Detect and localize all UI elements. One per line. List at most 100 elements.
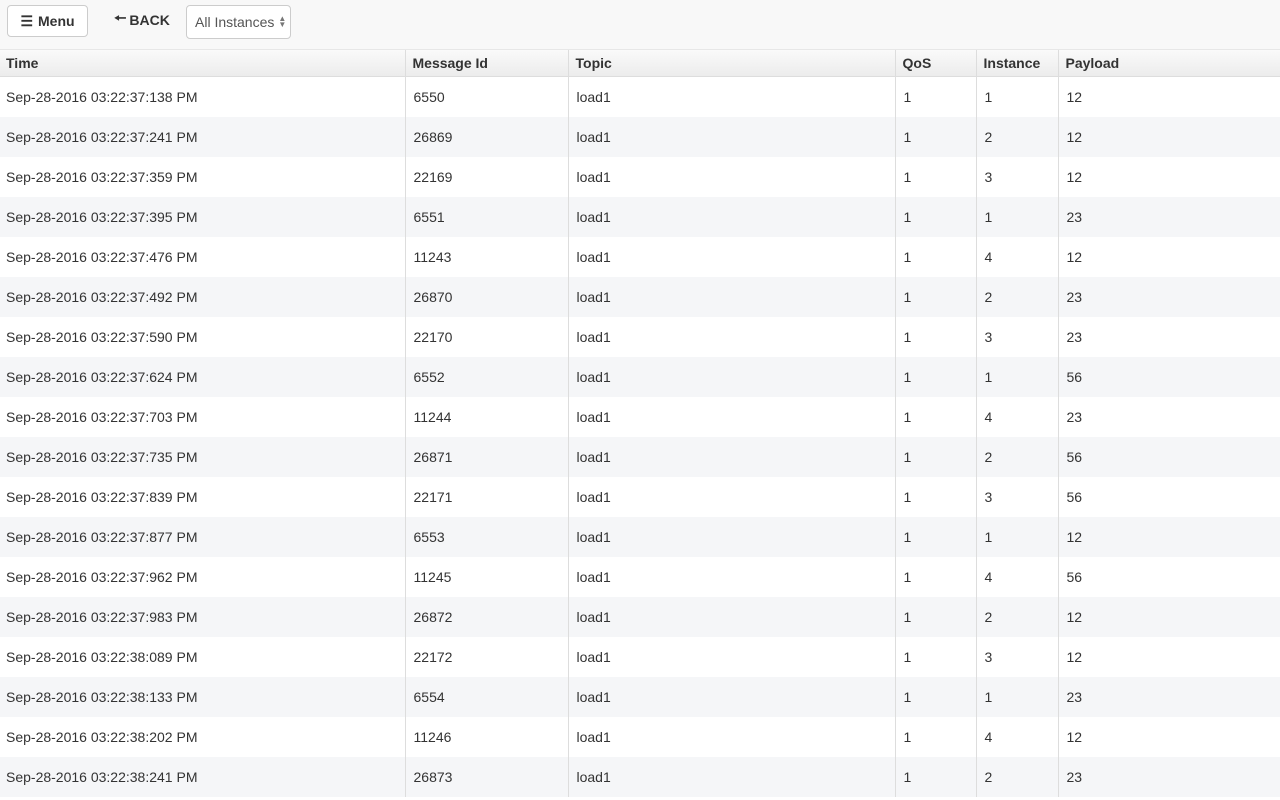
- cell-topic: load1: [568, 197, 895, 237]
- cell-payload: 56: [1058, 477, 1280, 517]
- table-row[interactable]: Sep-28-2016 03:22:37:395 PM6551load11123: [0, 197, 1280, 237]
- cell-payload: 12: [1058, 517, 1280, 557]
- cell-qos: 1: [895, 397, 976, 437]
- cell-qos: 1: [895, 717, 976, 757]
- cell-payload: 12: [1058, 597, 1280, 637]
- table-row[interactable]: Sep-28-2016 03:22:38:202 PM11246load1141…: [0, 717, 1280, 757]
- cell-message-id: 11244: [405, 397, 568, 437]
- column-header-time[interactable]: Time: [0, 50, 405, 77]
- cell-message-id: 6550: [405, 77, 568, 117]
- cell-topic: load1: [568, 157, 895, 197]
- cell-payload: 23: [1058, 757, 1280, 797]
- cell-instance: 2: [976, 597, 1058, 637]
- menu-button[interactable]: ☰ Menu: [7, 5, 88, 37]
- cell-instance: 1: [976, 677, 1058, 717]
- cell-qos: 1: [895, 637, 976, 677]
- table-row[interactable]: Sep-28-2016 03:22:38:241 PM26873load1122…: [0, 757, 1280, 797]
- cell-message-id: 26872: [405, 597, 568, 637]
- table-row[interactable]: Sep-28-2016 03:22:37:877 PM6553load11112: [0, 517, 1280, 557]
- column-header-qos[interactable]: QoS: [895, 50, 976, 77]
- cell-topic: load1: [568, 117, 895, 157]
- toolbar: ☰ Menu 🠔 BACK All Instances ▲▼: [0, 0, 1280, 50]
- column-header-payload[interactable]: Payload: [1058, 50, 1280, 77]
- table-row[interactable]: Sep-28-2016 03:22:37:962 PM11245load1145…: [0, 557, 1280, 597]
- back-label: BACK: [129, 12, 169, 28]
- table-row[interactable]: Sep-28-2016 03:22:37:735 PM26871load1125…: [0, 437, 1280, 477]
- cell-message-id: 26870: [405, 277, 568, 317]
- cell-topic: load1: [568, 437, 895, 477]
- table-row[interactable]: Sep-28-2016 03:22:37:138 PM6550load11112: [0, 77, 1280, 117]
- column-header-message-id[interactable]: Message Id: [405, 50, 568, 77]
- table-row[interactable]: Sep-28-2016 03:22:37:839 PM22171load1135…: [0, 477, 1280, 517]
- back-button[interactable]: 🠔 BACK: [106, 4, 178, 36]
- table-row[interactable]: Sep-28-2016 03:22:37:624 PM6552load11156: [0, 357, 1280, 397]
- cell-time: Sep-28-2016 03:22:38:241 PM: [0, 757, 405, 797]
- table-row[interactable]: Sep-28-2016 03:22:37:492 PM26870load1122…: [0, 277, 1280, 317]
- messages-table: TimeMessage IdTopicQoSInstancePayload Se…: [0, 50, 1280, 797]
- cell-qos: 1: [895, 557, 976, 597]
- table-row[interactable]: Sep-28-2016 03:22:37:983 PM26872load1121…: [0, 597, 1280, 637]
- cell-instance: 1: [976, 197, 1058, 237]
- cell-time: Sep-28-2016 03:22:37:492 PM: [0, 277, 405, 317]
- table-row[interactable]: Sep-28-2016 03:22:37:590 PM22170load1132…: [0, 317, 1280, 357]
- table-row[interactable]: Sep-28-2016 03:22:37:241 PM26869load1121…: [0, 117, 1280, 157]
- cell-qos: 1: [895, 517, 976, 557]
- cell-payload: 12: [1058, 77, 1280, 117]
- cell-message-id: 22171: [405, 477, 568, 517]
- cell-topic: load1: [568, 717, 895, 757]
- cell-time: Sep-28-2016 03:22:37:359 PM: [0, 157, 405, 197]
- cell-time: Sep-28-2016 03:22:37:241 PM: [0, 117, 405, 157]
- instance-select-value: All Instances: [195, 14, 274, 30]
- cell-instance: 3: [976, 477, 1058, 517]
- cell-topic: load1: [568, 677, 895, 717]
- instance-select[interactable]: All Instances ▲▼: [186, 5, 291, 39]
- cell-message-id: 6552: [405, 357, 568, 397]
- cell-topic: load1: [568, 477, 895, 517]
- table-row[interactable]: Sep-28-2016 03:22:37:703 PM11244load1142…: [0, 397, 1280, 437]
- cell-topic: load1: [568, 397, 895, 437]
- cell-qos: 1: [895, 597, 976, 637]
- cell-instance: 1: [976, 517, 1058, 557]
- cell-time: Sep-28-2016 03:22:38:089 PM: [0, 637, 405, 677]
- cell-time: Sep-28-2016 03:22:37:395 PM: [0, 197, 405, 237]
- cell-message-id: 6553: [405, 517, 568, 557]
- cell-qos: 1: [895, 277, 976, 317]
- select-arrows-icon: ▲▼: [278, 16, 286, 28]
- table-row[interactable]: Sep-28-2016 03:22:37:476 PM11243load1141…: [0, 237, 1280, 277]
- cell-instance: 4: [976, 557, 1058, 597]
- column-header-instance[interactable]: Instance: [976, 50, 1058, 77]
- table-row[interactable]: Sep-28-2016 03:22:38:089 PM22172load1131…: [0, 637, 1280, 677]
- table-row[interactable]: Sep-28-2016 03:22:38:133 PM6554load11123: [0, 677, 1280, 717]
- cell-qos: 1: [895, 157, 976, 197]
- cell-time: Sep-28-2016 03:22:37:735 PM: [0, 437, 405, 477]
- cell-payload: 56: [1058, 557, 1280, 597]
- cell-instance: 3: [976, 157, 1058, 197]
- cell-instance: 2: [976, 277, 1058, 317]
- cell-payload: 56: [1058, 357, 1280, 397]
- cell-time: Sep-28-2016 03:22:37:476 PM: [0, 237, 405, 277]
- column-header-topic[interactable]: Topic: [568, 50, 895, 77]
- cell-qos: 1: [895, 357, 976, 397]
- cell-time: Sep-28-2016 03:22:37:624 PM: [0, 357, 405, 397]
- cell-time: Sep-28-2016 03:22:37:877 PM: [0, 517, 405, 557]
- cell-instance: 2: [976, 757, 1058, 797]
- cell-instance: 2: [976, 437, 1058, 477]
- cell-instance: 3: [976, 317, 1058, 357]
- cell-qos: 1: [895, 77, 976, 117]
- cell-topic: load1: [568, 277, 895, 317]
- cell-message-id: 11245: [405, 557, 568, 597]
- cell-payload: 12: [1058, 117, 1280, 157]
- cell-time: Sep-28-2016 03:22:37:839 PM: [0, 477, 405, 517]
- cell-message-id: 6554: [405, 677, 568, 717]
- cell-qos: 1: [895, 197, 976, 237]
- cell-topic: load1: [568, 597, 895, 637]
- cell-qos: 1: [895, 477, 976, 517]
- arrow-left-icon: 🠔: [114, 8, 126, 32]
- cell-payload: 23: [1058, 677, 1280, 717]
- cell-qos: 1: [895, 437, 976, 477]
- cell-instance: 1: [976, 357, 1058, 397]
- cell-payload: 12: [1058, 237, 1280, 277]
- cell-qos: 1: [895, 237, 976, 277]
- cell-topic: load1: [568, 757, 895, 797]
- table-row[interactable]: Sep-28-2016 03:22:37:359 PM22169load1131…: [0, 157, 1280, 197]
